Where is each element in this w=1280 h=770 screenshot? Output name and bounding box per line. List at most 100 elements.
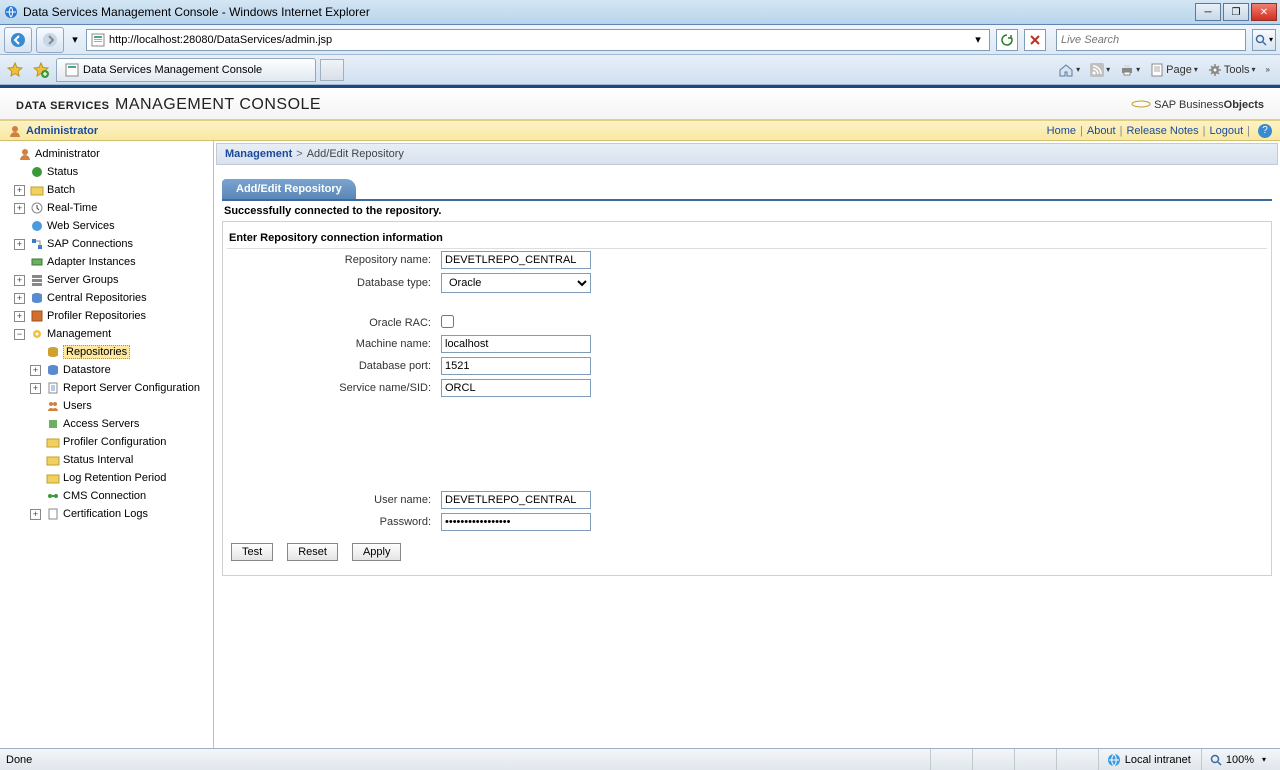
input-password[interactable] [441, 513, 591, 531]
connection-icon [29, 236, 45, 252]
label-machine: Machine name: [227, 333, 437, 355]
tree-batch[interactable]: +Batch [14, 181, 211, 199]
label-user: User name: [227, 489, 437, 511]
nav-history-dropdown[interactable]: ▾ [68, 27, 82, 53]
link-release-notes[interactable]: Release Notes [1126, 125, 1198, 137]
tree-status[interactable]: Status [14, 163, 211, 181]
checkbox-rac[interactable] [441, 315, 454, 328]
input-reponame[interactable] [441, 251, 591, 269]
breadcrumb-current: Add/Edit Repository [307, 148, 404, 160]
admin-icon [17, 146, 33, 162]
admin-strip: Administrator Home| About| Release Notes… [0, 120, 1280, 141]
search-input[interactable] [1061, 34, 1241, 46]
input-sid[interactable] [441, 379, 591, 397]
tree-access[interactable]: Access Servers [30, 415, 211, 433]
input-user[interactable] [441, 491, 591, 509]
tools-menu[interactable]: Tools▾ [1208, 63, 1256, 77]
page-menu[interactable]: Page▾ [1150, 63, 1198, 77]
tree-cert[interactable]: +Certification Logs [30, 505, 211, 523]
status-cell [930, 749, 970, 770]
new-tab-button[interactable] [320, 59, 344, 81]
home-menu[interactable]: ▾ [1058, 62, 1080, 78]
log-icon [45, 506, 61, 522]
back-button[interactable] [4, 27, 32, 53]
console-title-strong: DATA SERVICES [16, 100, 110, 112]
tree-central[interactable]: +Central Repositories [14, 289, 211, 307]
tree-profiler[interactable]: +Profiler Repositories [14, 307, 211, 325]
tree-management[interactable]: −Management [14, 325, 211, 343]
profiler-icon [29, 308, 45, 324]
label-sid: Service name/SID: [227, 377, 437, 399]
label-reponame: Repository name: [227, 249, 437, 271]
search-button[interactable]: ▾ [1252, 29, 1276, 51]
tree-administrator[interactable]: Administrator [2, 145, 211, 163]
admin-label: Administrator [8, 124, 98, 138]
tree-logret[interactable]: Log Retention Period [30, 469, 211, 487]
status-cell [1056, 749, 1096, 770]
help-icon[interactable]: ? [1258, 124, 1272, 138]
page-icon [91, 33, 105, 47]
tree-profcfg[interactable]: Profiler Configuration [30, 433, 211, 451]
forward-button[interactable] [36, 27, 64, 53]
console-header: DATA SERVICES MANAGEMENT CONSOLE SAP Bus… [0, 88, 1280, 120]
tree-users[interactable]: Users [30, 397, 211, 415]
repo-icon [29, 290, 45, 306]
repo-icon [45, 344, 61, 360]
main-panel: Management > Add/Edit Repository Add/Edi… [214, 141, 1280, 748]
tree-sapconn[interactable]: +SAP Connections [14, 235, 211, 253]
console-title: DATA SERVICES MANAGEMENT CONSOLE [16, 93, 321, 114]
status-message: Successfully connected to the repository… [222, 201, 1272, 221]
tree-adapter[interactable]: Adapter Instances [14, 253, 211, 271]
favorites-button[interactable] [4, 59, 26, 81]
print-menu[interactable]: ▾ [1120, 63, 1140, 77]
tree-repositories[interactable]: Repositories [30, 343, 211, 361]
search-box [1056, 29, 1246, 51]
refresh-button[interactable] [996, 29, 1018, 51]
maximize-button[interactable]: ❐ [1223, 3, 1249, 21]
security-zone[interactable]: Local intranet [1098, 749, 1199, 770]
input-machine[interactable] [441, 335, 591, 353]
link-logout[interactable]: Logout [1209, 125, 1243, 137]
breadcrumb-root[interactable]: Management [225, 148, 292, 160]
minimize-button[interactable]: ─ [1195, 3, 1221, 21]
reset-button[interactable]: Reset [287, 543, 338, 561]
tree-datastore[interactable]: +Datastore [30, 361, 211, 379]
clock-icon [29, 200, 45, 216]
tree-servergroups[interactable]: +Server Groups [14, 271, 211, 289]
select-dbtype[interactable]: Oracle [441, 273, 591, 293]
tree-statusint[interactable]: Status Interval [30, 451, 211, 469]
tree-realtime[interactable]: +Real-Time [14, 199, 211, 217]
link-about[interactable]: About [1087, 125, 1116, 137]
tree-webservices[interactable]: Web Services [14, 217, 211, 235]
sap-logo: SAP BusinessObjects [1131, 97, 1264, 111]
link-home[interactable]: Home [1047, 125, 1076, 137]
input-port[interactable] [441, 357, 591, 375]
feeds-menu[interactable]: ▾ [1090, 63, 1110, 77]
adapter-icon [29, 254, 45, 270]
connection-icon [45, 488, 61, 504]
stop-button[interactable] [1024, 29, 1046, 51]
test-button[interactable]: Test [231, 543, 273, 561]
label-port: Database port: [227, 355, 437, 377]
label-dbtype: Database type: [227, 271, 437, 295]
tree-reportserver[interactable]: +Report Server Configuration [30, 379, 211, 397]
address-dropdown[interactable]: ▾ [971, 33, 985, 46]
add-favorite-button[interactable] [30, 59, 52, 81]
browser-tab[interactable]: Data Services Management Console [56, 58, 316, 82]
sidebar: Administrator Status +Batch +Real-Time W… [0, 141, 214, 748]
database-icon [45, 362, 61, 378]
section-header: Enter Repository connection information [227, 228, 1267, 249]
folder-icon [45, 452, 61, 468]
gear-icon [29, 326, 45, 342]
apply-button[interactable]: Apply [352, 543, 402, 561]
close-button[interactable]: ✕ [1251, 3, 1277, 21]
url-input[interactable] [109, 34, 967, 46]
help-menu[interactable]: » [1266, 65, 1270, 74]
zoom-control[interactable]: 100% ▾ [1201, 749, 1274, 770]
folder-icon [29, 182, 45, 198]
page-tabs: Add/Edit Repository [222, 179, 1272, 201]
status-text: Done [6, 754, 32, 766]
tab-add-edit-repo[interactable]: Add/Edit Repository [222, 179, 356, 199]
tree-cms[interactable]: CMS Connection [30, 487, 211, 505]
repo-form: Enter Repository connection information … [222, 221, 1272, 576]
